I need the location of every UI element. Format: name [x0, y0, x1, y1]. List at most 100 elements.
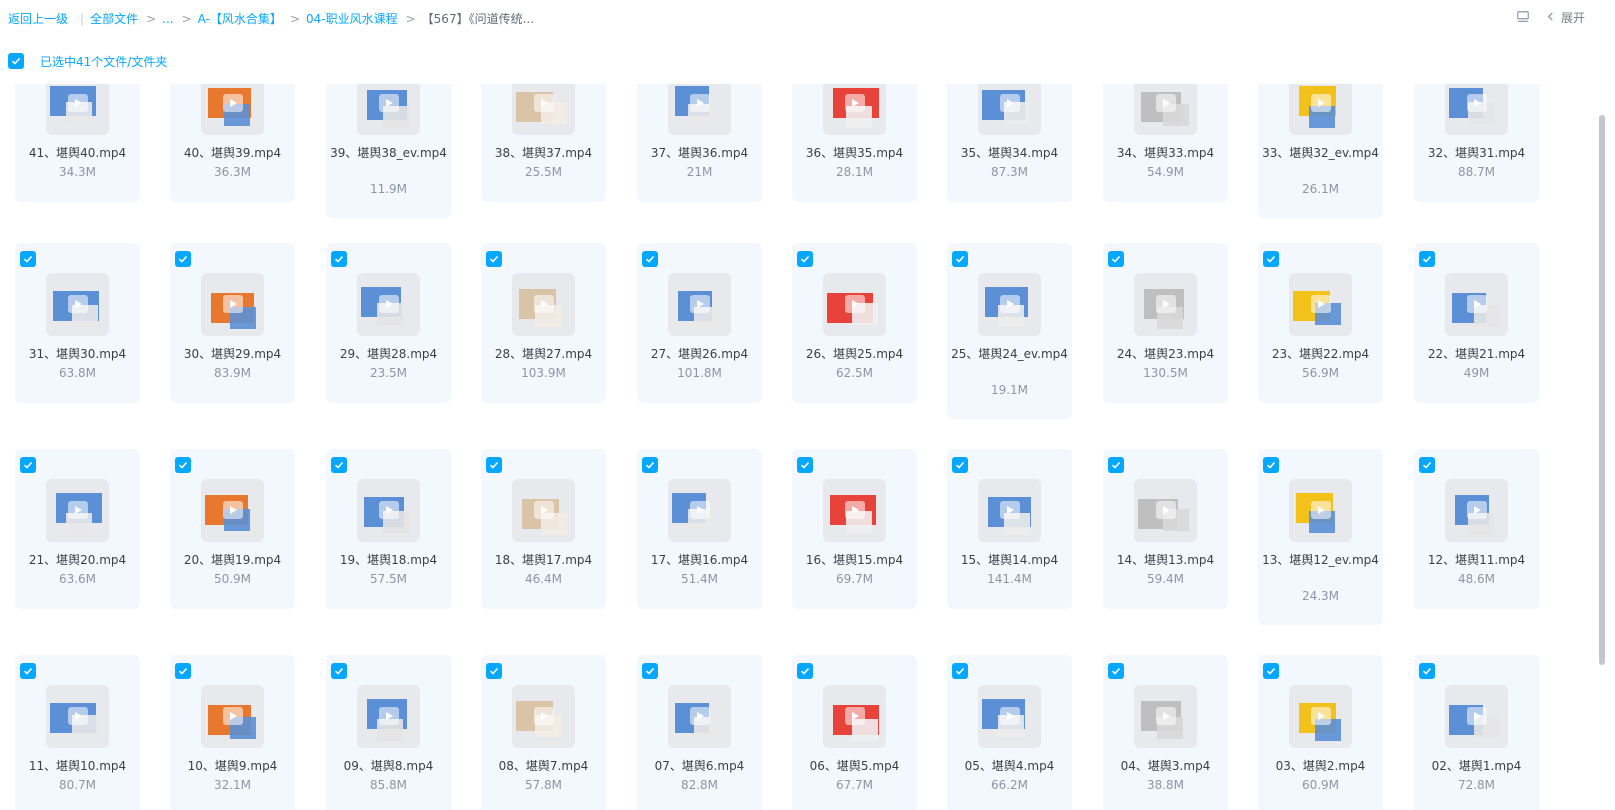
scrollbar[interactable] — [1599, 115, 1605, 665]
file-checkbox[interactable] — [175, 251, 191, 267]
file-card[interactable]: 30、堪舆29.mp4 83.9M — [170, 243, 295, 403]
video-thumbnail[interactable] — [357, 685, 420, 748]
file-card[interactable]: 34、堪舆33.mp4 54.9M — [1103, 84, 1228, 202]
video-thumbnail[interactable] — [512, 273, 575, 336]
video-thumbnail[interactable] — [1445, 273, 1508, 336]
file-card[interactable]: 13、堪舆12_ev.mp4 24.3M — [1258, 449, 1383, 625]
file-checkbox[interactable] — [1108, 457, 1124, 473]
file-card[interactable]: 19、堪舆18.mp4 57.5M — [326, 449, 451, 609]
file-checkbox[interactable] — [1108, 251, 1124, 267]
video-thumbnail[interactable] — [512, 479, 575, 542]
file-card[interactable]: 22、堪舆21.mp4 49M — [1414, 243, 1539, 403]
video-thumbnail[interactable] — [1134, 84, 1197, 135]
video-thumbnail[interactable] — [1445, 84, 1508, 135]
file-card[interactable]: 33、堪舆32_ev.mp4 26.1M — [1258, 84, 1383, 218]
video-thumbnail[interactable] — [1445, 685, 1508, 748]
file-card[interactable]: 03、堪舆2.mp4 60.9M — [1258, 655, 1383, 810]
file-card[interactable]: 16、堪舆15.mp4 69.7M — [792, 449, 917, 609]
file-card[interactable]: 05、堪舆4.mp4 66.2M — [947, 655, 1072, 810]
file-card[interactable]: 39、堪舆38_ev.mp4 11.9M — [326, 84, 451, 218]
file-card[interactable]: 08、堪舆7.mp4 57.8M — [481, 655, 606, 810]
file-card[interactable]: 41、堪舆40.mp4 34.3M — [15, 84, 140, 202]
video-thumbnail[interactable] — [823, 479, 886, 542]
file-checkbox[interactable] — [486, 457, 502, 473]
video-thumbnail[interactable] — [46, 479, 109, 542]
file-checkbox[interactable] — [20, 457, 36, 473]
video-thumbnail[interactable] — [823, 685, 886, 748]
file-checkbox[interactable] — [952, 457, 968, 473]
video-thumbnail[interactable] — [201, 685, 264, 748]
file-checkbox[interactable] — [1263, 251, 1279, 267]
file-checkbox[interactable] — [1419, 663, 1435, 679]
video-thumbnail[interactable] — [1289, 84, 1352, 135]
video-thumbnail[interactable] — [357, 273, 420, 336]
video-thumbnail[interactable] — [1289, 273, 1352, 336]
file-checkbox[interactable] — [175, 457, 191, 473]
file-card[interactable]: 40、堪舆39.mp4 36.3M — [170, 84, 295, 202]
file-card[interactable]: 24、堪舆23.mp4 130.5M — [1103, 243, 1228, 403]
file-card[interactable]: 35、堪舆34.mp4 87.3M — [947, 84, 1072, 202]
file-checkbox[interactable] — [175, 663, 191, 679]
file-checkbox[interactable] — [1263, 663, 1279, 679]
file-card[interactable]: 06、堪舆5.mp4 67.7M — [792, 655, 917, 810]
file-checkbox[interactable] — [1108, 663, 1124, 679]
file-card[interactable]: 31、堪舆30.mp4 63.8M — [15, 243, 140, 403]
file-card[interactable]: 25、堪舆24_ev.mp4 19.1M — [947, 243, 1072, 419]
file-checkbox[interactable] — [642, 663, 658, 679]
file-checkbox[interactable] — [952, 251, 968, 267]
file-card[interactable]: 18、堪舆17.mp4 46.4M — [481, 449, 606, 609]
video-thumbnail[interactable] — [978, 685, 1041, 748]
file-checkbox[interactable] — [797, 251, 813, 267]
video-thumbnail[interactable] — [668, 685, 731, 748]
file-card[interactable]: 12、堪舆11.mp4 48.6M — [1414, 449, 1539, 609]
video-thumbnail[interactable] — [357, 84, 420, 135]
file-checkbox[interactable] — [331, 251, 347, 267]
file-card[interactable]: 14、堪舆13.mp4 59.4M — [1103, 449, 1228, 609]
video-thumbnail[interactable] — [357, 479, 420, 542]
breadcrumb-item-all-files[interactable]: 全部文件 — [90, 12, 138, 26]
file-checkbox[interactable] — [20, 663, 36, 679]
file-card[interactable]: 20、堪舆19.mp4 50.9M — [170, 449, 295, 609]
video-thumbnail[interactable] — [1289, 685, 1352, 748]
file-card[interactable]: 02、堪舆1.mp4 72.8M — [1414, 655, 1539, 810]
video-thumbnail[interactable] — [823, 273, 886, 336]
expand-button[interactable]: 展开 — [1546, 9, 1585, 26]
video-thumbnail[interactable] — [46, 685, 109, 748]
view-mode-icon[interactable] — [1514, 8, 1532, 26]
file-card[interactable]: 17、堪舆16.mp4 51.4M — [637, 449, 762, 609]
file-card[interactable]: 38、堪舆37.mp4 25.5M — [481, 84, 606, 202]
file-card[interactable]: 26、堪舆25.mp4 62.5M — [792, 243, 917, 403]
file-checkbox[interactable] — [331, 663, 347, 679]
video-thumbnail[interactable] — [201, 273, 264, 336]
video-thumbnail[interactable] — [201, 479, 264, 542]
file-card[interactable]: 09、堪舆8.mp4 85.8M — [326, 655, 451, 810]
video-thumbnail[interactable] — [668, 273, 731, 336]
select-all-checkbox[interactable] — [8, 53, 24, 69]
video-thumbnail[interactable] — [1134, 685, 1197, 748]
video-thumbnail[interactable] — [46, 84, 109, 135]
file-card[interactable]: 37、堪舆36.mp4 21M — [637, 84, 762, 202]
video-thumbnail[interactable] — [1289, 479, 1352, 542]
file-card[interactable]: 21、堪舆20.mp4 63.6M — [15, 449, 140, 609]
video-thumbnail[interactable] — [978, 479, 1041, 542]
file-checkbox[interactable] — [952, 663, 968, 679]
video-thumbnail[interactable] — [978, 84, 1041, 135]
video-thumbnail[interactable] — [512, 685, 575, 748]
file-card[interactable]: 36、堪舆35.mp4 28.1M — [792, 84, 917, 202]
video-thumbnail[interactable] — [46, 273, 109, 336]
file-card[interactable]: 27、堪舆26.mp4 101.8M — [637, 243, 762, 403]
breadcrumb-item-fengshui[interactable]: A-【风水合集】 — [198, 12, 282, 26]
video-thumbnail[interactable] — [1134, 273, 1197, 336]
file-card[interactable]: 28、堪舆27.mp4 103.9M — [481, 243, 606, 403]
file-card[interactable]: 15、堪舆14.mp4 141.4M — [947, 449, 1072, 609]
video-thumbnail[interactable] — [978, 273, 1041, 336]
video-thumbnail[interactable] — [201, 84, 264, 135]
file-checkbox[interactable] — [331, 457, 347, 473]
file-checkbox[interactable] — [642, 457, 658, 473]
video-thumbnail[interactable] — [512, 84, 575, 135]
file-checkbox[interactable] — [20, 251, 36, 267]
file-checkbox[interactable] — [486, 251, 502, 267]
file-checkbox[interactable] — [642, 251, 658, 267]
file-checkbox[interactable] — [486, 663, 502, 679]
video-thumbnail[interactable] — [1134, 479, 1197, 542]
